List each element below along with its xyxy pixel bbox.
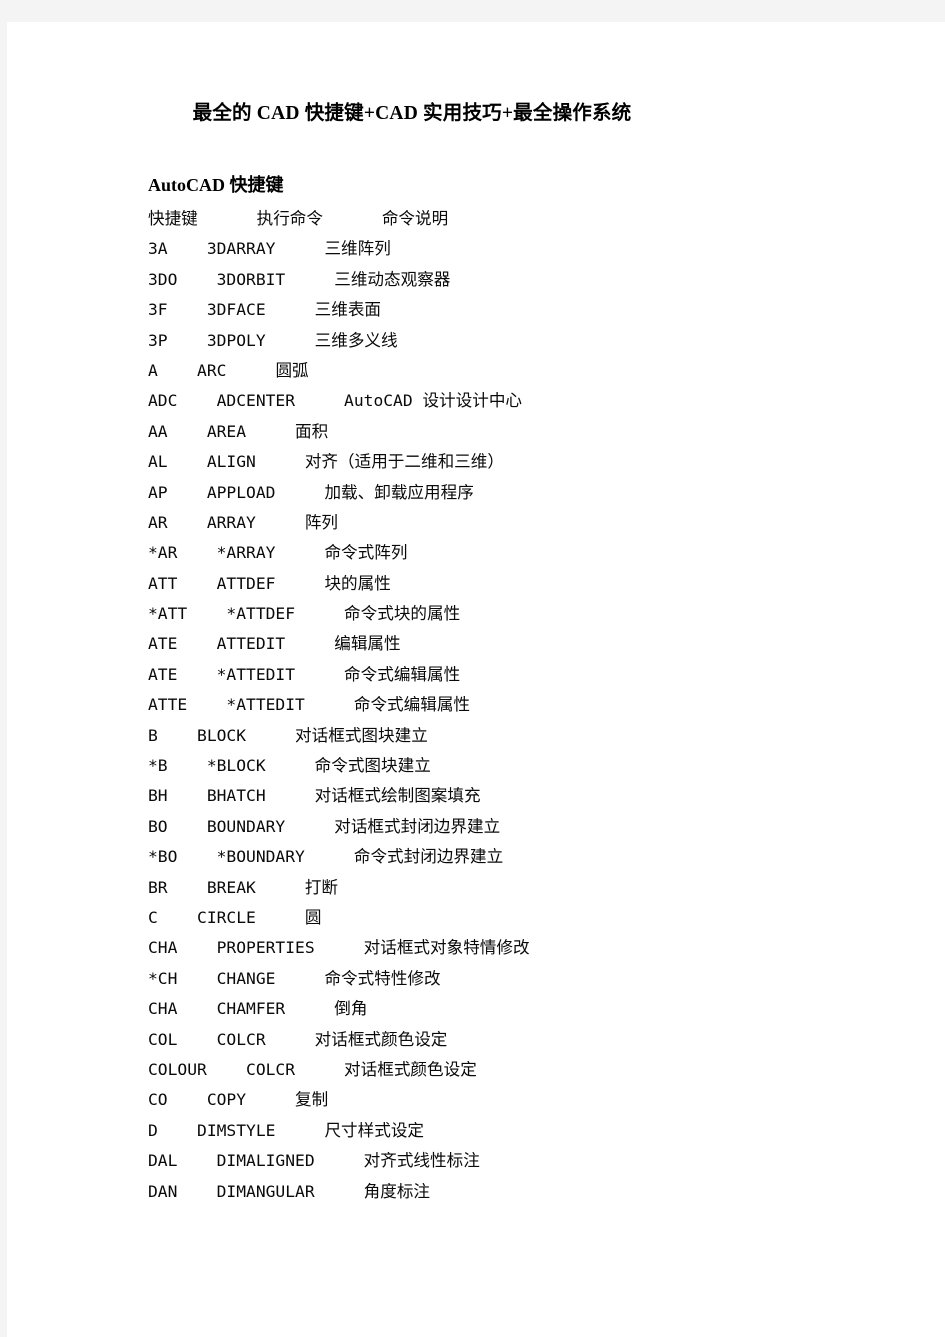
cjk-run: 块的属性 <box>324 573 391 593</box>
table-row: AL ALIGN 对齐（适用于二维和三维） <box>148 452 504 472</box>
table-row: ATT ATTDEF 块的属性 <box>148 573 391 593</box>
table-row: C CIRCLE 圆 <box>148 907 322 927</box>
cjk-run: 倒角 <box>334 999 368 1019</box>
table-row: ATE ATTEDIT 编辑属性 <box>148 634 401 654</box>
table-row: BO BOUNDARY 对话框式封闭边界建立 <box>148 816 501 836</box>
table-row: DAL DIMALIGNED 对齐式线性标注 <box>148 1151 480 1171</box>
table-row: D DIMSTYLE 尺寸样式设定 <box>148 1120 425 1140</box>
table-row: ATTE *ATTEDIT 命令式编辑属性 <box>148 695 471 715</box>
cjk-run: 三维多义线 <box>314 330 398 350</box>
cjk-run: 打断 <box>304 877 339 897</box>
table-row: *B *BLOCK 命令式图块建立 <box>148 756 431 776</box>
cjk-run: 角度标注 <box>363 1181 431 1201</box>
cjk-run: 对话框式图块建立 <box>295 725 428 745</box>
table-row: CHA CHAMFER 倒角 <box>148 999 368 1019</box>
table-row: BR BREAK 打断 <box>148 877 339 897</box>
section-heading: AutoCAD 快捷键 <box>148 175 284 195</box>
table-row: AP APPLOAD 加载、卸载应用程序 <box>148 482 474 502</box>
table-row: 3P 3DPOLY 三维多义线 <box>148 330 398 350</box>
cjk-run: 阵列 <box>304 512 339 532</box>
table-row: AR ARRAY 阵列 <box>148 512 339 532</box>
cjk-run: 命令式编辑属性 <box>353 695 471 715</box>
table-row: *AR *ARRAY 命令式阵列 <box>148 543 408 563</box>
cjk-run: 三维阵列 <box>324 239 391 259</box>
table-row: ADC ADCENTER AutoCAD 设计设计中心 <box>148 391 523 411</box>
cjk-run: 命令式块的属性 <box>344 604 461 624</box>
cjk-run: 命令说明 <box>381 209 449 228</box>
cjk-run: 尺寸样式设定 <box>324 1120 425 1140</box>
table-row: 3A 3DARRAY 三维阵列 <box>148 239 391 259</box>
table-row: BH BHATCH 对话框式绘制图案填充 <box>148 786 481 806</box>
table-row: *CH CHANGE 命令式特性修改 <box>148 968 441 988</box>
cjk-run: 设计设计中心 <box>422 391 523 411</box>
cjk-run: 对话框式颜色设定 <box>344 1059 477 1079</box>
cjk-run: 快捷键 <box>148 209 198 228</box>
table-row: ATE *ATTEDIT 命令式编辑属性 <box>148 664 461 684</box>
cjk-run: 加载、卸载应用程序 <box>324 482 474 502</box>
cjk-run: 执行命令 <box>256 209 323 228</box>
cjk-run: 三维动态观察器 <box>334 269 451 289</box>
cjk-run: 对齐式线性标注 <box>363 1151 480 1171</box>
cjk-run: 命令式编辑属性 <box>344 664 461 684</box>
page-content-area: 最全的 CAD 快捷键+CAD 实用技巧+最全操作系统 AutoCAD 快捷键 … <box>7 22 945 1337</box>
table-row: COL COLCR 对话框式颜色设定 <box>148 1029 448 1049</box>
cjk-run: 命令式特性修改 <box>324 968 441 988</box>
cjk-run: 复制 <box>295 1090 329 1110</box>
table-header-row: 快捷键 执行命令 命令说明 <box>148 204 928 234</box>
document-page: 最全的 CAD 快捷键+CAD 实用技巧+最全操作系统 AutoCAD 快捷键 … <box>7 22 945 1337</box>
cjk-run: 命令式封闭边界建立 <box>353 847 504 867</box>
table-row: DAN DIMANGULAR 角度标注 <box>148 1181 431 1201</box>
cjk-run: 编辑属性 <box>334 634 401 654</box>
cjk-run: 三维表面 <box>314 300 382 320</box>
table-row: B BLOCK 对话框式图块建立 <box>148 725 428 745</box>
table-row: CHA PROPERTIES 对话框式对象特情修改 <box>148 938 530 958</box>
cjk-run: 圆弧 <box>275 360 309 380</box>
table-row: *ATT *ATTDEF 命令式块的属性 <box>148 604 461 624</box>
cjk-run: 对话框式封闭边界建立 <box>334 816 501 836</box>
cjk-run: 面积 <box>295 421 329 441</box>
table-row: 3DO 3DORBIT 三维动态观察器 <box>148 269 451 289</box>
cjk-run: 命令式图块建立 <box>314 756 431 776</box>
table-row: AA AREA 面积 <box>148 421 329 441</box>
cjk-run: 命令式阵列 <box>324 543 408 563</box>
table-row: A ARC 圆弧 <box>148 360 309 380</box>
table-row: 3F 3DFACE 三维表面 <box>148 300 382 320</box>
table-row: CO COPY 复制 <box>148 1090 329 1110</box>
cjk-run: 圆 <box>304 907 322 927</box>
table-row: COLOUR COLCR 对话框式颜色设定 <box>148 1059 477 1079</box>
page-title: 最全的 CAD 快捷键+CAD 实用技巧+最全操作系统 <box>192 103 632 124</box>
cjk-run: 对齐（适用于二维和三维） <box>304 452 504 472</box>
shortcut-table: 快捷键 执行命令 命令说明 3A 3DARRAY 三维阵列 3DO 3DORBIT … <box>148 204 928 1207</box>
cjk-run: 对话框式对象特情修改 <box>363 938 530 958</box>
cjk-run: 对话框式绘制图案填充 <box>314 786 481 806</box>
cjk-run: 对话框式颜色设定 <box>314 1029 448 1049</box>
table-row: *BO *BOUNDARY 命令式封闭边界建立 <box>148 847 504 867</box>
